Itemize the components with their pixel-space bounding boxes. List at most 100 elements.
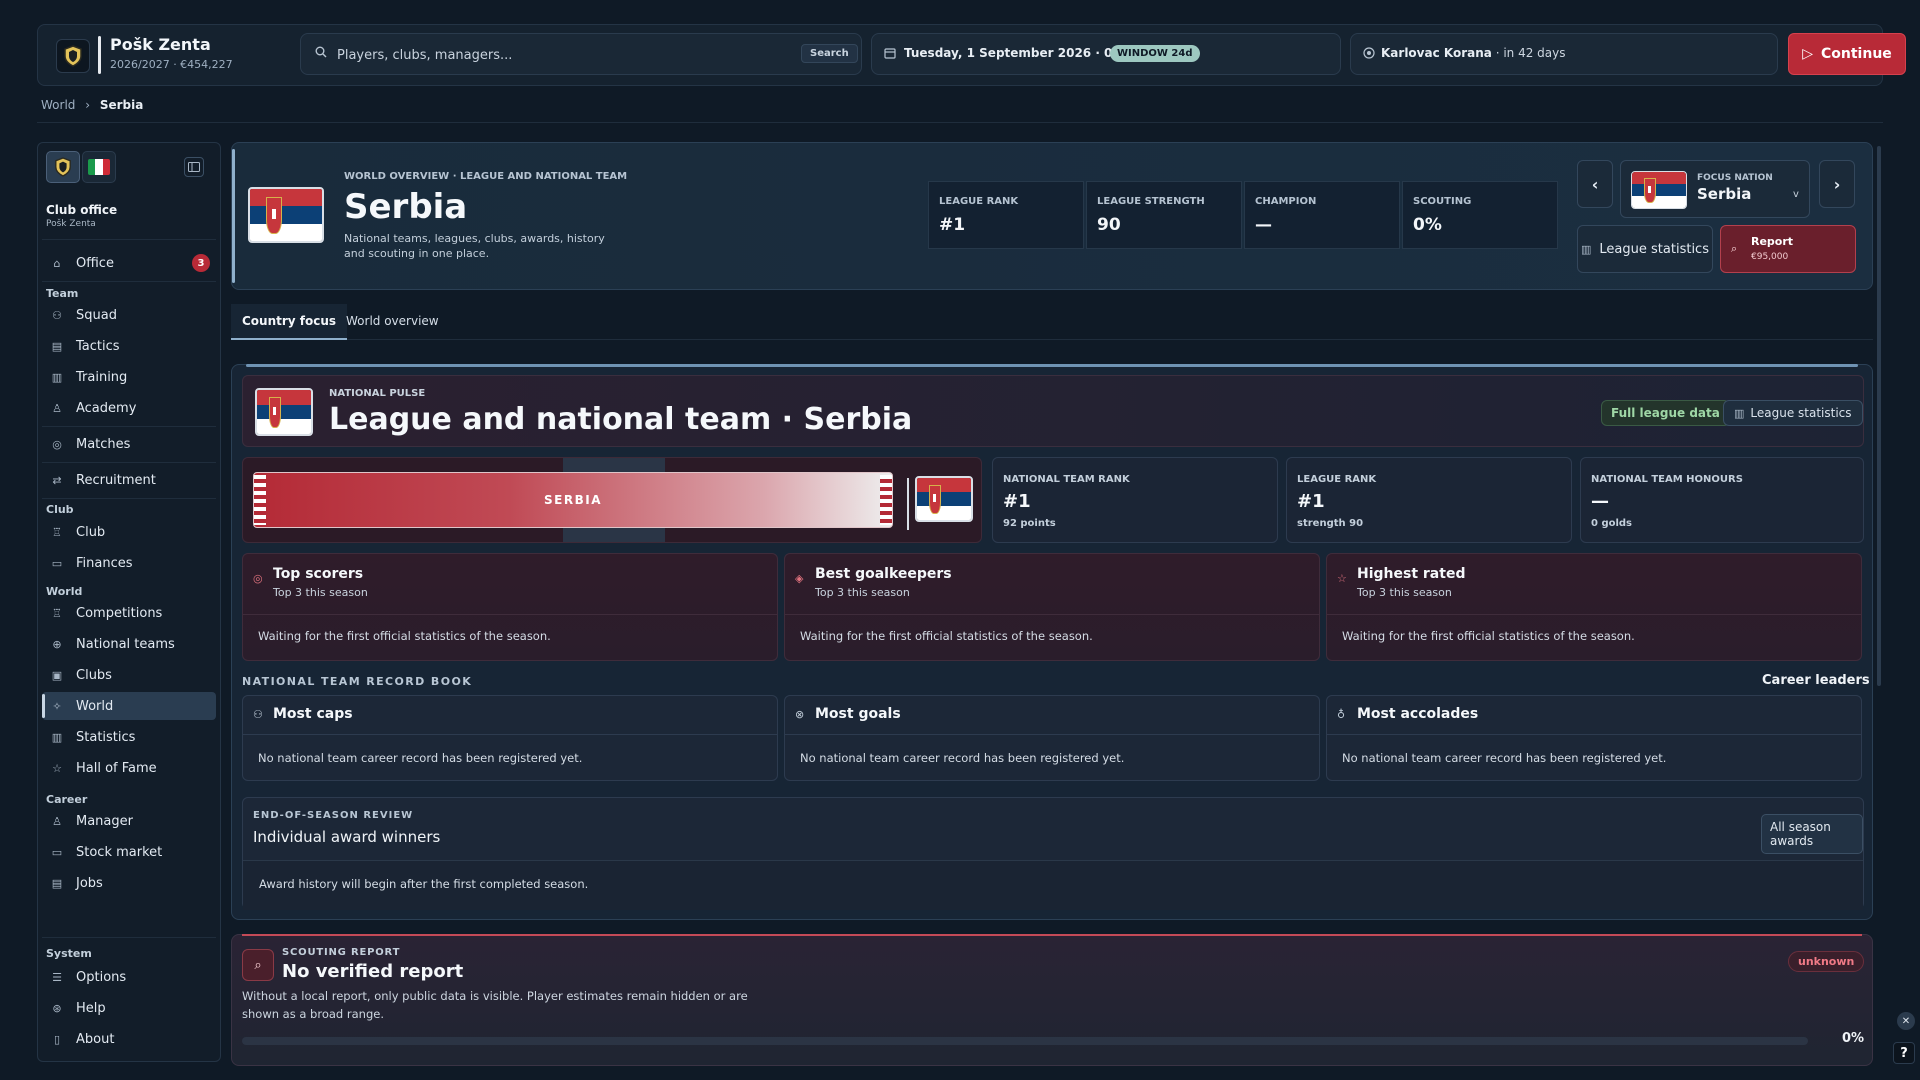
divider bbox=[42, 281, 216, 282]
help-button[interactable]: ? bbox=[1893, 1042, 1915, 1064]
focus-nation-name: Serbia bbox=[1697, 185, 1752, 203]
card-subtitle: Top 3 this season bbox=[815, 586, 910, 599]
league-statistics-button[interactable]: ▥ League statistics bbox=[1577, 225, 1713, 273]
sidebar-item-clubs[interactable]: ▣ Clubs bbox=[42, 661, 216, 689]
card-body: No national team career record has been … bbox=[1327, 734, 1861, 782]
sidebar-item-label: Finances bbox=[76, 555, 133, 571]
continue-button[interactable]: ▷ Continue bbox=[1788, 33, 1906, 75]
review-title: Individual award winners bbox=[253, 828, 441, 846]
leaders-top-scorers[interactable]: ◎ Top scorers Top 3 this season Waiting … bbox=[242, 553, 778, 661]
card-subtitle: Top 3 this season bbox=[273, 586, 368, 599]
next-opponent: Karlovac Korana bbox=[1381, 46, 1492, 60]
sidebar-item-label: About bbox=[76, 1031, 115, 1047]
sidebar-item-label: Matches bbox=[76, 436, 131, 452]
prev-nation-button[interactable]: ‹ bbox=[1577, 160, 1613, 208]
club-crest-icon[interactable] bbox=[46, 151, 80, 183]
calendar-icon bbox=[884, 47, 896, 63]
sidebar-item-label: World bbox=[76, 698, 114, 714]
stat-label: LEAGUE RANK bbox=[939, 196, 1019, 207]
full-league-data-button[interactable]: Full league data bbox=[1601, 400, 1730, 426]
sidebar-item-label: Jobs bbox=[76, 875, 103, 891]
stat-label: LEAGUE STRENGTH bbox=[1097, 196, 1205, 207]
stat-value: #1 bbox=[939, 215, 966, 235]
tab-country-focus[interactable]: Country focus bbox=[231, 304, 348, 340]
sidebar-item-training[interactable]: ▥ Training bbox=[42, 363, 216, 391]
sidebar-item-manager[interactable]: ♙ Manager bbox=[42, 807, 216, 835]
leaders-best-goalkeepers[interactable]: ◈ Best goalkeepers Top 3 this season Wai… bbox=[784, 553, 1320, 661]
people-icon: ⚇ bbox=[253, 708, 263, 721]
sidebar-item-squad[interactable]: ⚇ Squad bbox=[42, 301, 216, 329]
next-nation-button[interactable]: › bbox=[1819, 160, 1855, 208]
next-match[interactable]: Karlovac Korana · in 42 days bbox=[1350, 33, 1778, 75]
kpi-sub: 92 points bbox=[1003, 518, 1056, 529]
sidebar-item-office[interactable]: ⌂ Office 3 bbox=[42, 249, 216, 277]
divider bbox=[42, 937, 216, 938]
breadcrumb-world[interactable]: World bbox=[41, 98, 75, 112]
record-most-accolades[interactable]: ♁ Most accolades No national team career… bbox=[1326, 695, 1862, 781]
current-date[interactable]: Tuesday, 1 September 2026 · 09:00 WINDOW… bbox=[871, 33, 1341, 75]
scouting-description: Without a local report, only public data… bbox=[242, 989, 748, 1021]
sidebar-item-options[interactable]: ☰ Options bbox=[42, 963, 216, 991]
sidebar-item-recruitment[interactable]: ⇄ Recruitment bbox=[42, 466, 216, 494]
report-button[interactable]: ⌕ Report €95,000 bbox=[1720, 225, 1856, 273]
sidebar: Club office Pošk Zenta ⌂ Office 3 Team ⚇… bbox=[37, 142, 221, 1062]
sidebar-item-hall-of-fame[interactable]: ☆ Hall of Fame bbox=[42, 754, 216, 782]
sidebar-item-academy[interactable]: ♙ Academy bbox=[42, 394, 216, 422]
card-title: Most accolades bbox=[1357, 706, 1479, 722]
record-most-goals[interactable]: ⊗ Most goals No national team career rec… bbox=[784, 695, 1320, 781]
sidebar-item-label: Squad bbox=[76, 307, 117, 323]
sidebar-item-tactics[interactable]: ▤ Tactics bbox=[42, 332, 216, 360]
card-body: Waiting for the first official statistic… bbox=[785, 614, 1319, 662]
sidebar-item-national-teams[interactable]: ⊕ National teams bbox=[42, 630, 216, 658]
sidebar-item-label: Clubs bbox=[76, 667, 112, 683]
continue-label: Continue bbox=[1821, 46, 1892, 62]
kpi-value: #1 bbox=[1003, 491, 1031, 512]
tab-bar: Country focus World overview bbox=[231, 304, 1873, 340]
sidebar-item-help[interactable]: ⊛ Help bbox=[42, 994, 216, 1022]
search-button[interactable]: Search bbox=[801, 44, 858, 63]
all-season-awards-button[interactable]: All season awards bbox=[1761, 814, 1863, 854]
stat-league-strength: LEAGUE STRENGTH 90 bbox=[1086, 181, 1242, 249]
bar-chart-icon: ▥ bbox=[51, 730, 63, 744]
page-title: Serbia bbox=[344, 187, 468, 227]
search-input[interactable] bbox=[337, 42, 757, 68]
leaders-highest-rated[interactable]: ☆ Highest rated Top 3 this season Waitin… bbox=[1326, 553, 1862, 661]
sidebar-item-competitions[interactable]: ♖ Competitions bbox=[42, 599, 216, 627]
league-statistics-button[interactable]: ▥ League statistics bbox=[1723, 400, 1863, 426]
kpi-label: LEAGUE RANK bbox=[1297, 474, 1377, 485]
sidebar-item-club[interactable]: ♖ Club bbox=[42, 518, 216, 546]
scouting-progress-label: 0% bbox=[1842, 1031, 1865, 1046]
club-summary[interactable]: Pošk Zenta 2026/2027 · €454,227 bbox=[50, 33, 280, 77]
sidebar-item-finances[interactable]: ▭ Finances bbox=[42, 549, 216, 577]
ball-icon: ⊗ bbox=[795, 708, 805, 721]
nation-header: WORLD OVERVIEW · LEAGUE AND NATIONAL TEA… bbox=[231, 142, 1873, 290]
sidebar-item-world[interactable]: ✧ World bbox=[42, 692, 216, 720]
search-icon bbox=[315, 46, 327, 62]
career-leaders-link[interactable]: Career leaders bbox=[1762, 673, 1870, 688]
sidebar-section-career: Career bbox=[46, 793, 88, 806]
shield-icon: ◈ bbox=[795, 572, 804, 585]
focus-nation-select[interactable]: FOCUS NATION Serbia v bbox=[1620, 160, 1810, 218]
scrollbar[interactable] bbox=[1877, 146, 1881, 686]
italy-flag-icon[interactable] bbox=[82, 151, 116, 183]
sidebar-item-stock-market[interactable]: ▭ Stock market bbox=[42, 838, 216, 866]
card-title: Most caps bbox=[273, 706, 353, 722]
sidebar-section-team: Team bbox=[46, 287, 79, 300]
sidebar-item-statistics[interactable]: ▥ Statistics bbox=[42, 723, 216, 751]
banner-text: SERBIA bbox=[544, 493, 602, 507]
collapse-sidebar-icon[interactable] bbox=[184, 157, 204, 177]
sidebar-item-matches[interactable]: ◎ Matches bbox=[42, 430, 216, 458]
divider bbox=[42, 426, 216, 427]
sidebar-item-jobs[interactable]: ▤ Jobs bbox=[42, 869, 216, 897]
divider bbox=[37, 122, 1883, 123]
close-icon[interactable]: ✕ bbox=[1897, 1012, 1915, 1030]
status-badge: unknown bbox=[1788, 951, 1865, 972]
sidebar-item-about[interactable]: ▯ About bbox=[42, 1025, 216, 1053]
record-most-caps[interactable]: ⚇ Most caps No national team career reco… bbox=[242, 695, 778, 781]
report-label: Report bbox=[1751, 235, 1794, 248]
tab-world-overview[interactable]: World overview bbox=[335, 304, 450, 340]
stat-champion: CHAMPION — bbox=[1244, 181, 1400, 249]
wallet-icon: ▭ bbox=[51, 845, 63, 859]
stat-label: SCOUTING bbox=[1413, 196, 1472, 207]
club-name: Pošk Zenta bbox=[110, 35, 211, 54]
